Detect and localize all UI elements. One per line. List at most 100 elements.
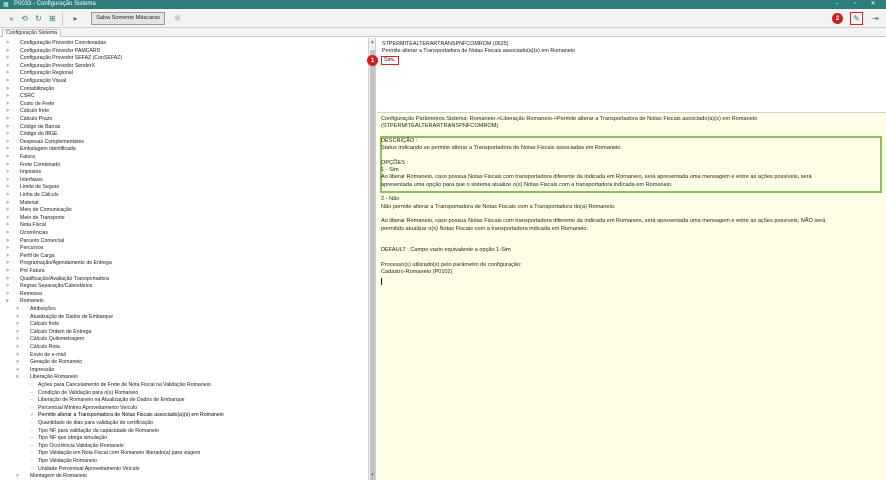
tree-item[interactable]: > CSRC	[0, 93, 368, 101]
tree-item[interactable]: > Fatura	[0, 154, 368, 162]
expand-icon[interactable]: >	[6, 222, 12, 230]
tree-item[interactable]: > Envio de e-mail	[0, 352, 368, 360]
expand-icon[interactable]: >	[6, 124, 12, 132]
tree-item[interactable]: v Romaneio	[0, 298, 368, 306]
expand-icon[interactable]: >	[6, 116, 12, 124]
tree-item[interactable]: > Configuração Provedor PAMCARD	[0, 48, 368, 56]
expand-icon[interactable]: >	[6, 139, 12, 147]
scroll-down-icon[interactable]: ▼	[369, 472, 376, 477]
tree-item[interactable]: > Cálculo Prazo	[0, 116, 368, 124]
tree-item[interactable]: – Tipo Validação em Nota Fiscal com Roman…	[0, 450, 368, 458]
expand-icon[interactable]: >	[16, 336, 22, 344]
tree-item[interactable]: > Contabilização	[0, 86, 368, 94]
expand-icon[interactable]: >	[6, 169, 12, 177]
tree-item[interactable]: > Impostos	[0, 169, 368, 177]
expand-icon[interactable]: >	[6, 184, 12, 192]
tree-item[interactable]: > Meio de Transporte	[0, 215, 368, 223]
tree-item[interactable]: > Cálculo frete	[0, 108, 368, 116]
tree-item[interactable]: > Regras Separação/Calendários	[0, 283, 368, 291]
binoculars-icon[interactable]: ⊞	[47, 13, 58, 24]
expand-icon[interactable]: >	[6, 253, 12, 261]
expand-icon[interactable]: >	[6, 177, 12, 185]
exit-icon[interactable]: ⇥	[870, 13, 881, 24]
tree-item[interactable]: > Cálculo Ordem de Entrega	[0, 329, 368, 337]
tree-item[interactable]: > Despesas Complementares	[0, 139, 368, 147]
tree-item[interactable]: > Atualização de Dados de Embarque	[0, 314, 368, 322]
expand-icon[interactable]: >	[6, 162, 12, 170]
tree-item[interactable]: > Material	[0, 200, 368, 208]
tree-item[interactable]: v Liberação Romaneio	[0, 374, 368, 382]
expand-icon[interactable]: >	[16, 314, 22, 322]
expand-icon[interactable]: >	[6, 108, 12, 116]
tree-item[interactable]: > Embalagem Identificada	[0, 146, 368, 154]
expand-icon[interactable]: >	[16, 306, 22, 314]
reload-icon[interactable]: ↻	[33, 13, 44, 24]
tab-configuracao-sistema[interactable]: Configuração Sistema	[2, 29, 62, 37]
expand-icon[interactable]: >	[6, 78, 12, 86]
tree-item-selected[interactable]: ✔ Permite alterar a Transportadora de Not…	[0, 412, 368, 420]
expand-icon[interactable]: >	[16, 344, 22, 352]
expand-icon[interactable]: >	[6, 215, 12, 223]
maximize-icon[interactable]: ▫	[848, 0, 862, 9]
collapse-icon[interactable]: v	[16, 374, 22, 382]
tree-item[interactable]: > Código de Barras	[0, 124, 368, 132]
expand-icon[interactable]: >	[6, 146, 12, 154]
collapse-icon[interactable]: v	[6, 298, 12, 306]
tree-item[interactable]: > Limite de Seguro	[0, 184, 368, 192]
tree-item[interactable]: – Tipo Ocorrência Validação Romaneio	[0, 443, 368, 451]
scroll-thumb[interactable]	[370, 50, 375, 480]
expand-icon[interactable]: >	[6, 291, 12, 299]
expand-icon[interactable]: >	[6, 70, 12, 78]
tree-item[interactable]: – Quantidade de dias para validação de ce…	[0, 420, 368, 428]
expand-icon[interactable]: >	[6, 55, 12, 63]
expand-icon[interactable]: >	[16, 352, 22, 360]
description-pane[interactable]: Configuração Parâmetros Sistema: Romanei…	[377, 113, 886, 480]
tree-item[interactable]: > Custo de Frete	[0, 101, 368, 109]
expand-icon[interactable]: >	[6, 63, 12, 71]
expand-icon[interactable]: >	[6, 268, 12, 276]
expand-icon[interactable]: >	[6, 154, 12, 162]
tree-item[interactable]: > Cálculo Quilometragem	[0, 336, 368, 344]
expand-icon[interactable]: >	[6, 200, 12, 208]
tree-item[interactable]: > Pré Fatura	[0, 268, 368, 276]
expand-icon[interactable]: >	[6, 131, 12, 139]
expand-icon[interactable]: >	[16, 367, 22, 375]
settings-icon[interactable]: ✲	[172, 13, 183, 24]
tree-item[interactable]: > Interfaces	[0, 177, 368, 185]
tree-item[interactable]: > Perfil de Carga	[0, 253, 368, 261]
tree-item[interactable]: > Meio de Comunicação	[0, 207, 368, 215]
expand-icon[interactable]: >	[16, 329, 22, 337]
expand-icon[interactable]: >	[16, 473, 22, 480]
tree-item[interactable]: – Tipo NF para validação da capacidade de…	[0, 428, 368, 436]
close-icon[interactable]: ✕	[866, 0, 880, 9]
expand-icon[interactable]: >	[6, 192, 12, 200]
tree-item[interactable]: – Percentual Mínimo Aproveitamento Veícul…	[0, 405, 368, 413]
tree-item[interactable]: > Qualificação/Avaliação Transportadora	[0, 276, 368, 284]
expand-icon[interactable]: >	[6, 207, 12, 215]
tree-item[interactable]: – Liberação de Romaneio na Atualização de…	[0, 397, 368, 405]
expand-icon[interactable]: >	[16, 321, 22, 329]
tree-item[interactable]: – Ações para Cancelamento de Frete de Not…	[0, 382, 368, 390]
tree-item[interactable]: – Tipo Validação Romaneio	[0, 458, 368, 466]
expand-icon[interactable]: >	[6, 283, 12, 291]
tree-item[interactable]: > Percursos	[0, 245, 368, 253]
execute-icon[interactable]: ▸	[70, 13, 81, 24]
expand-icon[interactable]: >	[6, 260, 12, 268]
expand-icon[interactable]: >	[6, 86, 12, 94]
tree-item[interactable]: > Configuração Provedor Coordenadas	[0, 40, 368, 48]
first-record-icon[interactable]: «	[6, 13, 17, 24]
parameter-value-select[interactable]: Sim ⌄	[381, 56, 399, 65]
scroll-up-icon[interactable]: ▲	[369, 39, 376, 44]
tree-item[interactable]: – Tipo NF que obriga simulação	[0, 435, 368, 443]
tree-item[interactable]: > Montagem de Romaneio	[0, 473, 368, 480]
save-masks-button[interactable]: Salva Somente Máscaras	[91, 12, 165, 25]
minimize-icon[interactable]: –	[830, 0, 844, 9]
tree-item[interactable]: > Configuração Provedor SEFAZ (ConSEFAZ)	[0, 55, 368, 63]
expand-icon[interactable]: >	[6, 40, 12, 48]
expand-icon[interactable]: >	[6, 101, 12, 109]
expand-icon[interactable]: >	[6, 93, 12, 101]
tree-item[interactable]: > Linha de Cálculo	[0, 192, 368, 200]
tree-item[interactable]: > Parceiro Comercial	[0, 238, 368, 246]
edit-icon[interactable]: ✎	[850, 12, 863, 25]
expand-icon[interactable]: >	[16, 359, 22, 367]
